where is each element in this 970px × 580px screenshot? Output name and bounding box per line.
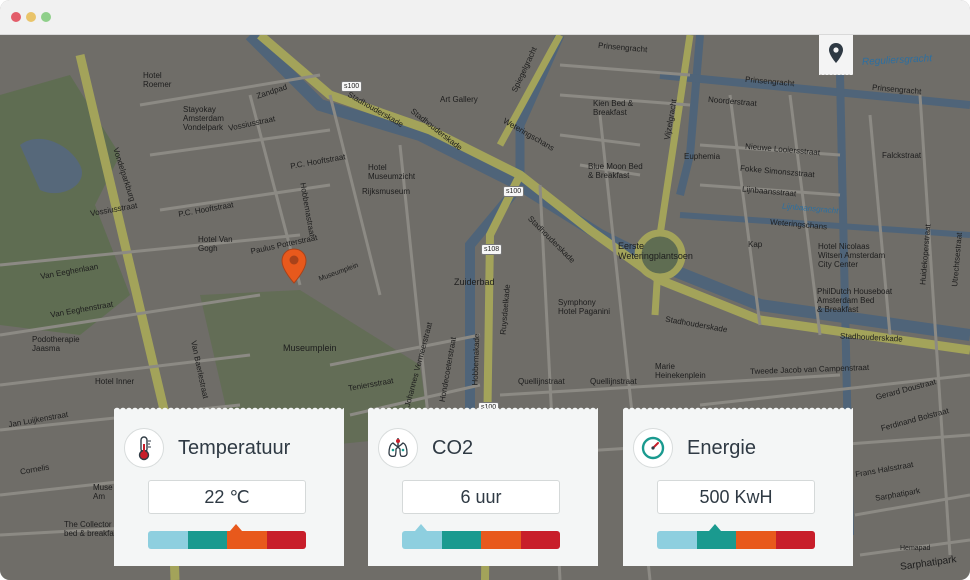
- window-titlebar: [0, 0, 970, 35]
- map-marker-icon[interactable]: [281, 248, 307, 284]
- scale-segment-mid-low: [187, 531, 227, 549]
- level-marker: [414, 524, 427, 531]
- map-label: Muse Am: [93, 483, 113, 502]
- map-label: Hotel Roemer: [143, 71, 172, 90]
- map-label: Art Gallery: [440, 95, 478, 104]
- close-window-dot[interactable]: [11, 12, 21, 22]
- map-label: The Collector bed & breakfast: [64, 520, 121, 539]
- scale-segment-low: [657, 531, 697, 549]
- map-label: Symphony Hotel Paganini: [558, 298, 611, 317]
- map-label: Marie Heinekenplein: [655, 362, 706, 381]
- map-label: Hobbemakade: [470, 333, 482, 386]
- level-marker: [709, 524, 722, 531]
- map-label: Falckstraat: [882, 151, 922, 160]
- card-title: Energie: [687, 437, 756, 459]
- scale-segment-high: [520, 531, 560, 549]
- energy-card: Energie 500 KwH: [623, 405, 853, 566]
- thermometer-icon: [124, 428, 164, 468]
- card-value: 500 KwH: [657, 480, 815, 514]
- map-label: Blue Moon Bed & Breakfast: [588, 162, 643, 181]
- level-scale: [402, 531, 560, 549]
- map-label: Podotherapie Jaasma: [32, 335, 80, 354]
- scale-segment-mid-low: [696, 531, 736, 549]
- map-label: Quellijnstraat: [518, 377, 565, 386]
- level-marker: [230, 524, 243, 531]
- map-label: Quellijnstraat: [590, 377, 637, 386]
- card-value: 6 uur: [402, 480, 560, 514]
- map-label: Eerste Weteringplantsoen: [618, 241, 693, 262]
- scale-segment-mid-high: [481, 531, 521, 549]
- scale-segment-low: [402, 531, 442, 549]
- map-label: Museumplein: [283, 343, 337, 353]
- map-label: Euphemia: [684, 152, 721, 161]
- road-shield: s100: [503, 186, 525, 197]
- scale-segment-mid-low: [441, 531, 481, 549]
- scale-segment-low: [148, 531, 188, 549]
- card-title: CO2: [432, 437, 474, 459]
- road-shield: s108: [481, 244, 503, 255]
- scale-segment-mid-high: [736, 531, 776, 549]
- map-label: Hotel Van Gogh: [198, 235, 233, 254]
- map-label: Rijksmuseum: [362, 187, 411, 196]
- map-label: Hotel Nicolaas Witsen Amsterdam City Cen…: [818, 242, 886, 270]
- scale-segment-high: [266, 531, 306, 549]
- road-shield: s100: [341, 81, 363, 92]
- map-label: PhilDutch Houseboat Amsterdam Bed & Brea…: [817, 287, 893, 315]
- map-label: Hotel Museumzicht: [368, 163, 416, 182]
- temperature-card: Temperatuur 22 ℃: [114, 405, 344, 566]
- scale-segment-mid-high: [227, 531, 267, 549]
- minimize-window-dot[interactable]: [26, 12, 36, 22]
- browser-window: Hotel Roemer Stayokay Amsterdam Vondelpa…: [0, 0, 970, 580]
- map-label: Zuiderbad: [454, 277, 495, 287]
- level-scale: [148, 531, 306, 549]
- card-value: 22 ℃: [148, 480, 306, 514]
- locate-button[interactable]: [819, 35, 853, 75]
- co2-card: CO2 6 uur: [368, 405, 598, 566]
- map-label: Kien Bed & Breakfast: [593, 99, 634, 118]
- scale-segment-high: [775, 531, 815, 549]
- map-label: Hemapad: [900, 545, 931, 552]
- maximize-window-dot[interactable]: [41, 12, 51, 22]
- location-pin-icon: [829, 43, 843, 63]
- gauge-icon: [633, 428, 673, 468]
- card-title: Temperatuur: [178, 437, 291, 459]
- map-label: Stayokay Amsterdam Vondelpark: [183, 105, 224, 133]
- lungs-icon: [378, 428, 418, 468]
- map-label: Kap: [748, 240, 763, 249]
- level-scale: [657, 531, 815, 549]
- map-label: Hotel Inner: [95, 377, 135, 386]
